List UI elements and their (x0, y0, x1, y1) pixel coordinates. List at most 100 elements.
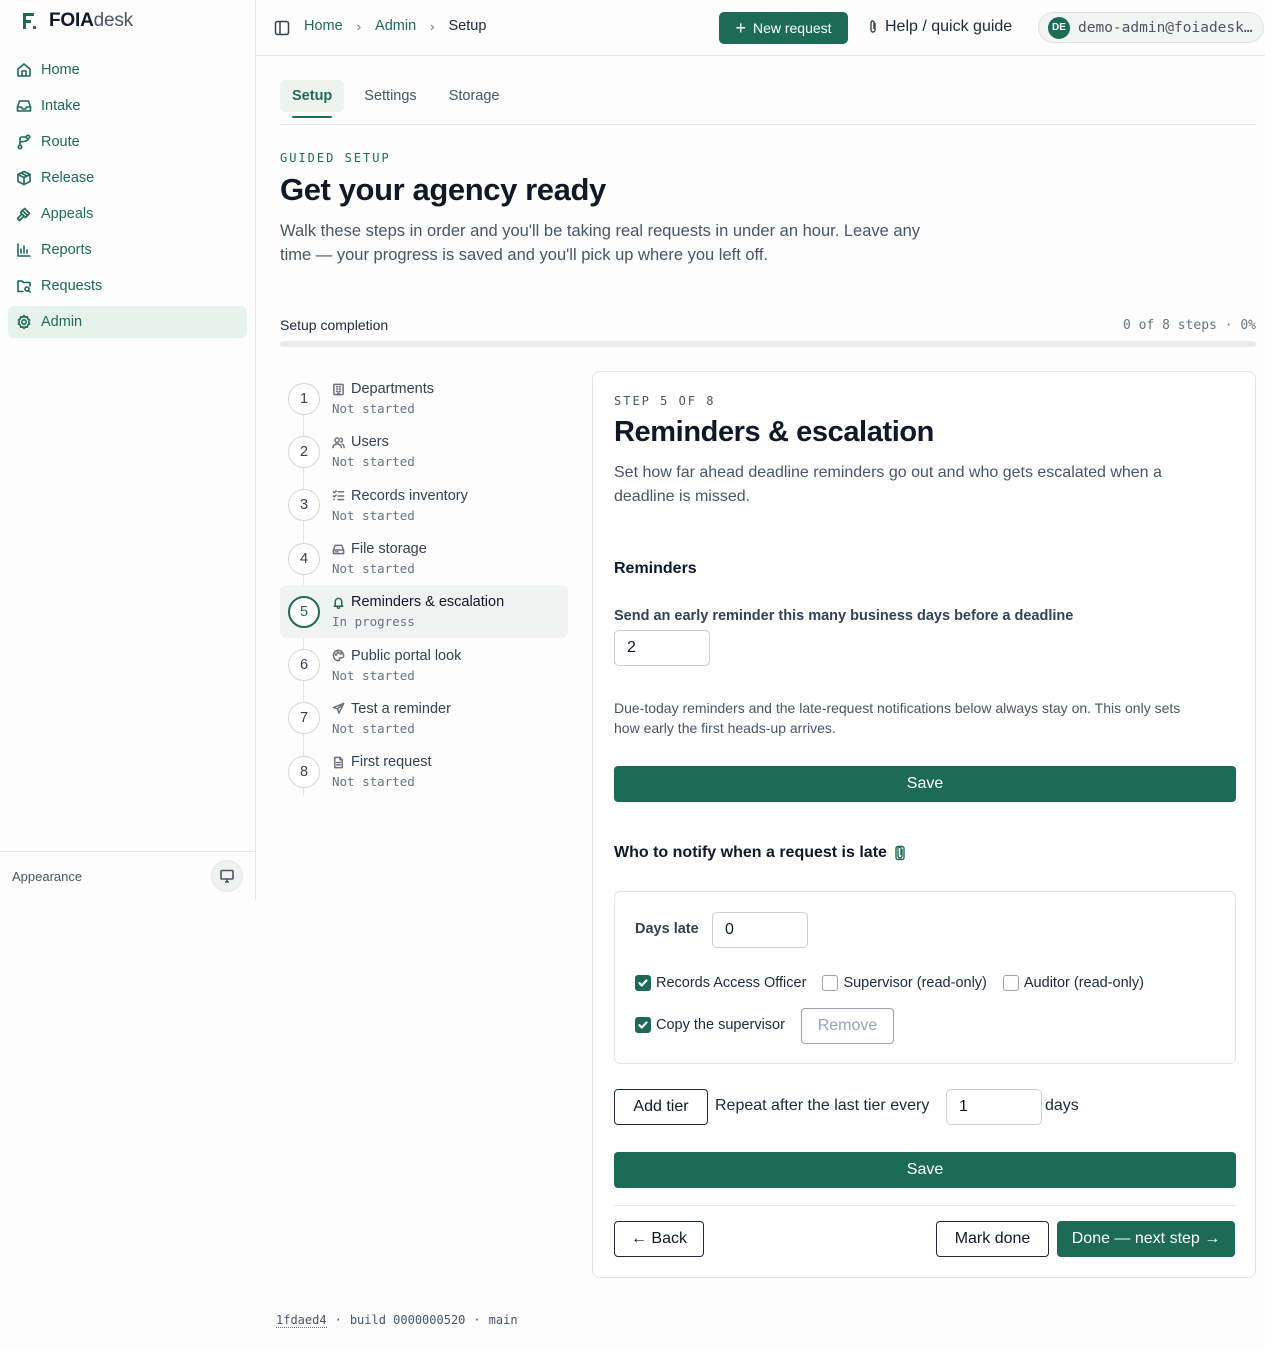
step-users[interactable]: 2 Users Not started (280, 425, 568, 478)
step-title: Users (351, 434, 389, 451)
step-reminders-escalation[interactable]: 5 Reminders & escalation In progress (280, 585, 568, 639)
new-request-label: New request (752, 20, 832, 36)
gavel-icon (16, 207, 31, 222)
role-auditor[interactable]: Auditor (read-only) (1002, 975, 1144, 991)
step-records-inventory[interactable]: 3 Records inventory Not started (280, 479, 568, 532)
avatar: DE (1048, 16, 1070, 39)
nav-item-appeals[interactable]: Appeals (8, 198, 247, 230)
mark-done-button[interactable]: Mark done (936, 1221, 1049, 1257)
days-late-label: Days late (635, 921, 699, 937)
done-next-step-button[interactable]: Done — next step → (1057, 1221, 1235, 1257)
nav-label: Intake (41, 98, 81, 114)
step-test-a-reminder[interactable]: 7 Test a reminder Not started (280, 692, 568, 745)
breadcrumb-home[interactable]: Home (304, 18, 343, 34)
repeat-days-input[interactable]: 1 (946, 1089, 1042, 1125)
check-icon (638, 979, 648, 987)
info-clip-icon[interactable] (895, 845, 905, 861)
appearance-toggle-button[interactable] (211, 860, 243, 892)
escalation-tier: Days late 0 Records Access Officer Super… (614, 891, 1236, 1064)
late-notify-heading-text: Who to notify when a request is late (614, 844, 887, 861)
users-icon (332, 437, 345, 449)
commit-hash[interactable]: 1fdaed4 (276, 1313, 327, 1328)
progress-count: 0 of 8 steps · 0% (1122, 318, 1256, 333)
step-file-storage[interactable]: 4 File storage Not started (280, 532, 568, 585)
nav-label: Requests (41, 278, 103, 294)
tab-storage[interactable]: Storage (437, 80, 512, 112)
step-public-portal-look[interactable]: 6 Public portal look Not started (280, 638, 568, 691)
reminders-note: Due-today reminders and the late-request… (614, 700, 1181, 736)
brand-logo[interactable]: FOIAdesk (21, 9, 133, 33)
nav-item-route[interactable]: Route (8, 126, 247, 158)
save-escalation-button[interactable]: Save (614, 1152, 1236, 1188)
step-status: In progress (332, 614, 415, 630)
late-notify-heading: Who to notify when a request is late (614, 844, 905, 862)
user-menu-button[interactable]: DE demo-admin@foiadesk.local (1038, 12, 1264, 43)
check-icon (638, 1021, 648, 1029)
checkbox-checked[interactable] (635, 975, 651, 991)
chevron-right-icon: › (430, 18, 435, 34)
package-icon (17, 170, 31, 186)
step-number: 8 (288, 755, 320, 788)
sidebar-toggle-icon[interactable] (274, 20, 290, 36)
breadcrumb-admin[interactable]: Admin (375, 18, 416, 34)
sidebar: FOIAdesk Home Intake Route Release Appea… (0, 0, 256, 900)
send-icon (332, 703, 345, 715)
step-number: 2 (288, 435, 320, 468)
progress-label: Setup completion (280, 317, 389, 333)
step-status: Not started (332, 401, 415, 417)
nav-item-admin[interactable]: Admin (8, 306, 247, 338)
step-departments[interactable]: 1 Departments Not started (280, 372, 568, 425)
remove-tier-button[interactable]: Remove (801, 1008, 894, 1044)
tab-settings[interactable]: Settings (352, 80, 428, 112)
save-reminders-button[interactable]: Save (614, 766, 1236, 802)
tab-setup[interactable]: Setup (280, 80, 345, 118)
days-late-input[interactable]: 0 (712, 912, 808, 948)
help-quick-guide-link[interactable]: Help / quick guide (868, 18, 1012, 36)
role-label: Supervisor (read-only) (843, 975, 987, 991)
build-info: 1fdaed4 · build 0000000520 · main (276, 1313, 518, 1328)
step-title-heading: Reminders & escalation (614, 416, 934, 448)
bar-chart-icon (17, 243, 31, 257)
role-label: Auditor (read-only) (1023, 975, 1144, 991)
list-checks-icon (332, 490, 345, 501)
nav-item-reports[interactable]: Reports (8, 234, 247, 266)
checkbox-unchecked[interactable] (822, 975, 839, 991)
nav-item-requests[interactable]: Requests (8, 270, 247, 302)
building-icon (333, 383, 344, 395)
copy-supervisor-checkbox[interactable]: Copy the supervisor (635, 1017, 785, 1033)
step-title: Public portal look (351, 647, 462, 664)
step-number: 7 (288, 702, 320, 735)
palette-icon (332, 649, 345, 662)
role-records-access-officer[interactable]: Records Access Officer (635, 975, 806, 991)
step-first-request[interactable]: 8 First request Not started (280, 745, 568, 798)
early-reminder-days-input[interactable]: 2 (614, 630, 710, 666)
reminders-heading: Reminders (614, 560, 697, 577)
new-request-button[interactable]: + New request (719, 12, 848, 44)
step-title: Test a reminder (351, 700, 451, 717)
nav-item-home[interactable]: Home (8, 54, 247, 86)
add-tier-button[interactable]: Add tier (614, 1089, 708, 1125)
checkbox-unchecked[interactable] (1002, 975, 1019, 991)
checkbox-checked[interactable] (635, 1017, 651, 1033)
nav-label: Release (41, 170, 95, 186)
step-number: 3 (288, 489, 320, 522)
nav-label: Admin (41, 314, 83, 330)
setup-steps-list: 1 Departments Not started 2 Users Not st… (280, 372, 568, 798)
back-button[interactable]: ← Back (614, 1221, 704, 1257)
step-number: 4 (288, 542, 320, 575)
step-status: Not started (332, 667, 415, 683)
actions-divider (614, 1205, 1236, 1206)
copy-supervisor-label: Copy the supervisor (656, 1017, 785, 1033)
foiadesk-logo-icon (23, 13, 36, 29)
nav-item-intake[interactable]: Intake (8, 90, 247, 122)
nav-item-release[interactable]: Release (8, 162, 247, 194)
nav-label: Route (41, 134, 80, 150)
branch-name: main (488, 1313, 518, 1327)
help-label: Help / quick guide (885, 18, 1013, 35)
step-status: Not started (332, 561, 415, 577)
role-supervisor[interactable]: Supervisor (read-only) (822, 975, 987, 991)
step-title: Reminders & escalation (351, 594, 505, 611)
step-title: First request (351, 754, 432, 771)
bell-icon (333, 597, 344, 609)
sidebar-footer: Appearance (0, 851, 255, 900)
